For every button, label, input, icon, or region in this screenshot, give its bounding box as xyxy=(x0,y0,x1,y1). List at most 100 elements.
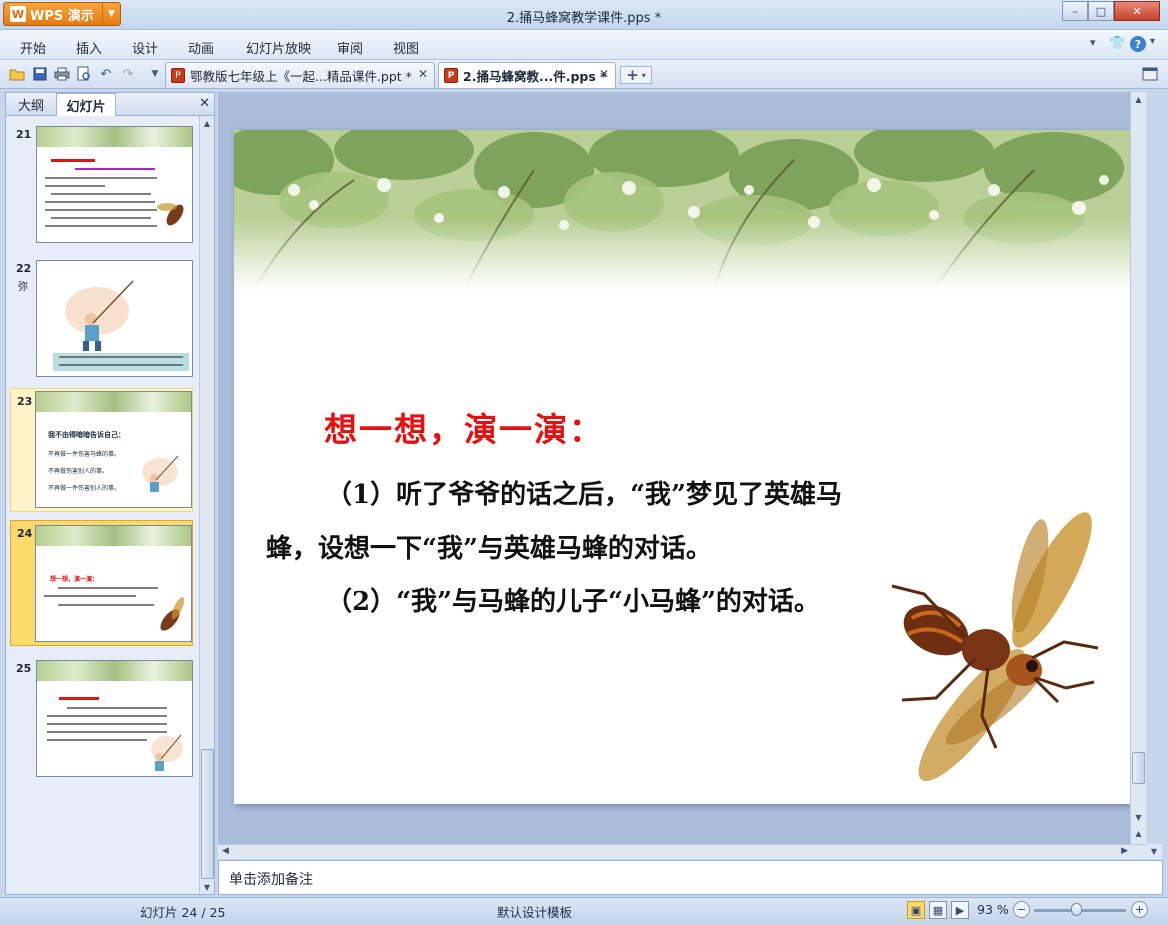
scroll-right-icon[interactable]: ▶ xyxy=(1121,846,1128,856)
toolbar-more-icon[interactable]: ▼ xyxy=(146,65,164,83)
maximize-button[interactable]: □ xyxy=(1088,1,1114,21)
notes-pane[interactable]: 单击添加备注 xyxy=(218,860,1163,895)
close-panel-icon[interactable]: ✕ xyxy=(199,96,210,111)
scroll-up-icon[interactable]: ▲ xyxy=(200,116,214,130)
zoom-out-button[interactable]: − xyxy=(1013,901,1030,918)
scroll-down-icon[interactable]: ▼ xyxy=(1131,810,1146,824)
slide-preview xyxy=(36,126,193,243)
hornet-image[interactable] xyxy=(884,510,1120,790)
notes-placeholder[interactable]: 单击添加备注 xyxy=(229,869,313,889)
tab-slides[interactable]: 幻灯片 xyxy=(56,93,116,116)
redo-icon[interactable]: ↷ xyxy=(119,65,137,83)
slideshow-view-icon[interactable]: ▶ xyxy=(951,901,969,919)
scroll-left-icon[interactable]: ◀ xyxy=(222,846,229,856)
thumb-text-line xyxy=(47,723,167,725)
boy-thumb-illustration xyxy=(151,734,183,771)
open-folder-icon[interactable] xyxy=(8,65,26,83)
minimize-button[interactable]: – xyxy=(1062,1,1088,21)
slide-number: 23 xyxy=(17,395,33,408)
thumb-text-line xyxy=(45,201,155,203)
thumb-text-line xyxy=(51,193,151,195)
current-slide[interactable]: 想一想，演一演： （1）听了爷爷的话之后，“我”梦见了英雄马 蜂，设想一下“我”… xyxy=(234,130,1130,804)
thumb-text-line xyxy=(45,225,157,227)
slide-editor-area: 想一想，演一演： （1）听了爷爷的话之后，“我”梦见了英雄马 蜂，设想一下“我”… xyxy=(218,92,1146,844)
slide-number: 24 xyxy=(17,527,33,540)
zoom-level: 93 % xyxy=(977,902,1009,917)
menu-bar: 开始 插入 设计 动画 幻灯片放映 审阅 视图 ▾ 👕 ? ▾ xyxy=(0,30,1168,60)
window-layout-icon[interactable] xyxy=(1141,65,1159,83)
scrollbar-thumb[interactable] xyxy=(201,749,214,879)
tab-outline[interactable]: 大纲 xyxy=(10,93,52,116)
doc-tab-pps[interactable]: P 2.捅马蜂窝教...件.pps * ✕ xyxy=(438,62,616,88)
slide-horizontal-scrollbar[interactable]: ◀ ▶ xyxy=(218,844,1146,859)
menu-design[interactable]: 设计 xyxy=(132,38,158,57)
menu-insert[interactable]: 插入 xyxy=(76,38,102,57)
slide-thumb-23[interactable]: 23 我不由得暗暗告诉自己： 不再做一件伤害马蜂的事。 不再做伤害别人的事。 不… xyxy=(10,388,193,512)
menu-home[interactable]: 开始 xyxy=(20,38,46,57)
scrollbar-thumb[interactable] xyxy=(1132,752,1145,784)
ribbon-collapse-icon[interactable]: ▾ xyxy=(1090,36,1096,49)
slide-vertical-scrollbar[interactable]: ▲ ▼ ▲ xyxy=(1130,92,1146,844)
print-icon[interactable] xyxy=(53,65,71,83)
foliage-banner-image xyxy=(234,130,1130,290)
banner-strip xyxy=(37,661,192,681)
close-tab-icon[interactable]: ✕ xyxy=(418,67,428,81)
menu-review[interactable]: 审阅 xyxy=(337,38,363,57)
thumb-text-line xyxy=(58,604,154,606)
slide-number: 21 xyxy=(16,128,32,141)
slide-preview: 想一想，演一演： xyxy=(35,525,192,642)
boy-thumb-illustration xyxy=(142,455,179,492)
menu-slideshow[interactable]: 幻灯片放映 xyxy=(246,38,311,57)
menu-animation[interactable]: 动画 xyxy=(188,38,214,57)
thumb-text-line xyxy=(47,739,147,741)
slide-sorter-icon[interactable]: ▦ xyxy=(929,901,947,919)
status-bar: 幻灯片 24 / 25 默认设计模板 ▣ ▦ ▶ 93 % − + xyxy=(0,897,1168,925)
title-bar: W WPS 演示 ▼ 2.捅马蜂窝教学课件.pps * – □ ✕ xyxy=(0,0,1168,30)
print-preview-icon[interactable] xyxy=(75,65,93,83)
thumbnails-scrollbar[interactable]: ▲ ▼ xyxy=(199,116,214,894)
previous-slide-icon[interactable]: ▲ xyxy=(1131,826,1146,840)
slide-body-line[interactable]: （1）听了爷爷的话之后，“我”梦见了英雄马 xyxy=(326,474,842,511)
slide-thumb-22[interactable]: 22 弥 xyxy=(10,256,193,380)
scroll-up-icon[interactable]: ▲ xyxy=(1131,92,1146,106)
slide-thumb-25[interactable]: 25 xyxy=(10,656,193,780)
hornet-thumb-icon xyxy=(157,203,184,226)
slide-body-line[interactable]: （2）“我”与马蜂的儿子“小马蜂”的对话。 xyxy=(326,581,820,618)
slide-heading[interactable]: 想一想，演一演： xyxy=(324,403,604,451)
banner-strip xyxy=(36,526,191,546)
close-window-button[interactable]: ✕ xyxy=(1114,1,1160,21)
slide-thumb-24[interactable]: 24 想一想，演一演： xyxy=(10,520,193,646)
undo-icon[interactable]: ↶ xyxy=(97,65,115,83)
normal-view-icon[interactable]: ▣ xyxy=(907,901,925,919)
zoom-slider-knob[interactable] xyxy=(1070,903,1082,916)
save-icon[interactable] xyxy=(31,65,49,83)
slide-number: 25 xyxy=(16,662,32,675)
quick-access-toolbar: ↶ ↷ ▼ P 鄂教版七年级上《一起...精品课件.ppt * ✕ P 2.捅马… xyxy=(0,60,1168,89)
thumb-title: 想一想，演一演： xyxy=(50,576,99,583)
ppt-file-icon: P xyxy=(171,68,185,83)
doc-tab-label: 2.捅马蜂窝教...件.pps * xyxy=(463,69,607,84)
help-icon[interactable]: ? xyxy=(1130,36,1146,52)
new-tab-button[interactable]: + ▾ xyxy=(620,66,652,84)
skin-shirt-icon[interactable]: 👕 xyxy=(1109,36,1125,51)
thumb-text: 不再做一件伤害马蜂的事。 xyxy=(48,451,121,458)
window-title: 2.捅马蜂窝教学课件.pps * xyxy=(506,11,662,26)
slide-preview xyxy=(36,660,193,777)
slide-thumb-21[interactable]: 21 xyxy=(10,122,193,246)
slides-panel: 大纲 幻灯片 ✕ 21 22 弥 23 我不由得暗暗告诉自己： 不再做一件伤害马… xyxy=(5,92,215,895)
thumb-text-line xyxy=(59,364,183,366)
close-tab-icon[interactable]: ✕ xyxy=(599,67,609,81)
boy-with-pole-illustration xyxy=(65,280,134,351)
help-dropdown-icon[interactable]: ▾ xyxy=(1150,36,1155,47)
next-slide-icon[interactable]: ▼ xyxy=(1146,844,1162,859)
hornet-thumb-icon xyxy=(160,596,185,631)
zoom-in-button[interactable]: + xyxy=(1131,901,1148,918)
thumb-text-line xyxy=(45,209,157,211)
thumb-text-line xyxy=(58,587,158,589)
slide-body-line[interactable]: 蜂，设想一下“我”与英雄马蜂的对话。 xyxy=(266,528,712,565)
thumb-text-line xyxy=(51,217,151,219)
menu-view[interactable]: 视图 xyxy=(393,38,419,57)
scroll-down-icon[interactable]: ▼ xyxy=(200,880,214,894)
thumb-text-line xyxy=(45,177,157,179)
doc-tab-ppt[interactable]: P 鄂教版七年级上《一起...精品课件.ppt * ✕ xyxy=(165,62,435,88)
